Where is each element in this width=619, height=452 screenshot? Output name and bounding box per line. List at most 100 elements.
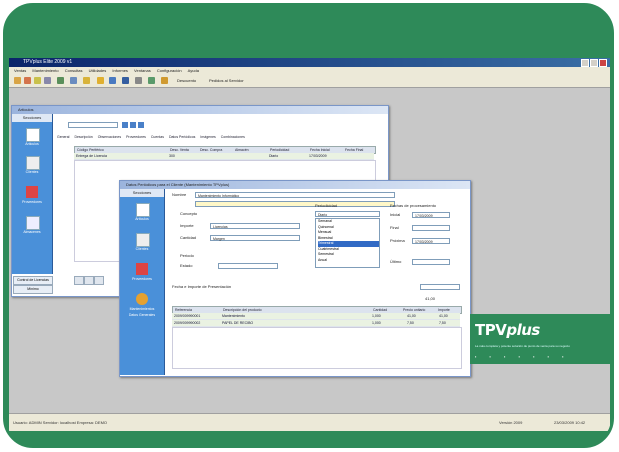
menu-configuracion[interactable]: Configuración <box>157 68 182 73</box>
menu-informes[interactable]: Informes <box>112 68 128 73</box>
date-inicial-field[interactable]: 17/03/2009 <box>412 212 450 218</box>
tab-proveedores[interactable]: Proveedores <box>126 135 146 139</box>
tab-imagenes[interactable]: Imágenes <box>200 135 215 139</box>
table-cell: Diario <box>269 154 279 158</box>
supplier-icon[interactable] <box>26 186 38 198</box>
warehouse-icon[interactable] <box>26 216 40 230</box>
menu-utilidades[interactable]: Utilidades <box>89 68 107 73</box>
supplier-icon[interactable] <box>136 263 148 275</box>
user-icon[interactable] <box>14 77 21 84</box>
table-cell: 1,000 <box>372 321 381 325</box>
app-title: TPVplus Elite 2009 v1 <box>23 59 73 65</box>
dropdown-option[interactable]: Anual <box>318 258 379 264</box>
print-icon[interactable] <box>135 77 142 84</box>
app-screen: TPVplus Elite 2009 v1 Ventas Mantenimien… <box>9 58 610 431</box>
report-icon[interactable] <box>44 77 51 84</box>
sidebar-item-articulos[interactable]: Articulos <box>12 142 52 146</box>
folder-icon[interactable] <box>83 77 90 84</box>
document-icon[interactable] <box>26 128 40 142</box>
importe-field[interactable]: Licencias <box>210 223 300 229</box>
menu-ayuda[interactable]: Ayuda <box>188 68 199 73</box>
toolbar-label-b[interactable]: Pedidos al Servidor <box>209 78 244 83</box>
date-proxima-field[interactable]: 17/03/2009 <box>412 238 450 244</box>
tab-datos-periodicos[interactable]: Datos Periódicos <box>169 135 195 139</box>
nav-button[interactable] <box>84 276 94 285</box>
minimize-button[interactable] <box>581 59 589 67</box>
periodo-label: Periodo <box>180 253 194 258</box>
app-titlebar: TPVplus Elite 2009 v1 <box>9 58 610 67</box>
settings-icon[interactable] <box>148 77 155 84</box>
sidebar-item-almacenes[interactable]: Almacenes <box>12 230 52 234</box>
chart-icon[interactable] <box>70 77 77 84</box>
menu-mantenimiento[interactable]: Mantenimiento <box>32 68 58 73</box>
menu-ventanas[interactable]: Ventanas <box>134 68 151 73</box>
tab-descripcion[interactable]: Descripción <box>74 135 92 139</box>
tab-combinaciones[interactable]: Combinaciones <box>221 135 245 139</box>
periodicos-sidebar: Secciones Artículos Clientes Proveedores… <box>120 189 165 375</box>
menu-ventas[interactable]: Ventas <box>14 68 26 73</box>
refresh-icon[interactable] <box>138 122 144 128</box>
nav-button[interactable] <box>94 276 104 285</box>
warning-icon[interactable] <box>97 77 104 84</box>
nav-button[interactable] <box>74 276 84 285</box>
sidebar-item-articulos[interactable]: Artículos <box>120 217 164 221</box>
status-mid: Versión 2009 <box>499 420 523 425</box>
cantidad-label: Cantidad <box>180 235 197 240</box>
name-label: Nombre <box>172 192 187 197</box>
search-icon[interactable] <box>34 77 41 84</box>
refresh-icon[interactable] <box>109 77 116 84</box>
table-cell: 41,00 <box>439 314 448 318</box>
sidebar-item-proveedores[interactable]: Proveedores <box>120 277 164 281</box>
menu-bar: Ventas Mantenimiento Consultas Utilidade… <box>9 67 610 74</box>
tab-observaciones[interactable]: Observaciones <box>98 135 121 139</box>
sidebar-item-datos-generales[interactable]: Datos Generales <box>120 313 164 317</box>
bottom-button-licencias[interactable]: Control de Licencias <box>13 276 53 285</box>
money-icon[interactable] <box>161 77 168 84</box>
table-row[interactable]: 2009/009990002 PAPEL DE RECIBO 1,000 7,5… <box>172 320 460 327</box>
articulos-window-title: Artículos <box>12 106 388 114</box>
tab-general[interactable]: General <box>57 135 69 139</box>
sidebar-item-mantenimientos[interactable]: Mantenimientos <box>120 307 164 311</box>
date-ultimo-field[interactable] <box>412 259 450 265</box>
estado-label: Estado <box>180 263 193 268</box>
estado-field[interactable] <box>218 263 278 269</box>
status-bar: Usuario: ADMIN Servidor: localhost Empre… <box>9 413 610 431</box>
date-final-field[interactable] <box>412 225 450 231</box>
save-icon[interactable] <box>122 77 129 84</box>
sidebar-header: Secciones <box>120 189 164 197</box>
filter-icon[interactable] <box>130 122 136 128</box>
table-row[interactable]: Entrega de Licencia 300 Diario 17/03/200… <box>74 153 374 160</box>
dates-label: Fechas de procesamiento <box>390 203 437 208</box>
sidebar-item-clientes[interactable]: Clientes <box>12 170 52 174</box>
search-icon[interactable] <box>122 122 128 128</box>
footer-total: 41,00 <box>425 296 436 301</box>
periodicity-label: Periodicidad <box>315 203 338 208</box>
name-field[interactable]: Mantenimiento Informático <box>195 192 395 198</box>
clients-icon[interactable] <box>136 233 150 247</box>
table-row[interactable]: 2009/009990001 Mantenimiento 1,000 41,00… <box>172 313 460 320</box>
periodicity-select[interactable]: Diario <box>315 211 380 217</box>
grid-filter-field[interactable] <box>420 284 460 290</box>
search-input[interactable] <box>68 122 118 128</box>
sidebar-item-clientes[interactable]: Clientes <box>120 247 164 251</box>
globe-icon[interactable] <box>57 77 64 84</box>
importe-label: Importe <box>180 223 194 228</box>
menu-consultas[interactable]: Consultas <box>65 68 83 73</box>
bottom-button-minimo[interactable]: Mínimo <box>13 285 53 294</box>
sidebar-item-proveedores[interactable]: Proveedores <box>12 200 52 204</box>
table-cell: 7,50 <box>407 321 414 325</box>
maximize-button[interactable] <box>590 59 598 67</box>
toolbar-label-a[interactable]: Descuento <box>177 78 196 83</box>
table-cell: 300 <box>169 154 175 158</box>
money-bag-icon[interactable] <box>136 293 148 305</box>
tab-cuentas[interactable]: Cuentas <box>151 135 164 139</box>
clients-icon[interactable] <box>26 156 40 170</box>
document-icon[interactable] <box>136 203 150 217</box>
close-button[interactable] <box>599 59 607 67</box>
cantidad-field[interactable]: Margen <box>210 235 300 241</box>
concept-field[interactable] <box>195 201 395 207</box>
table-cell: Entrega de Licencia <box>76 154 107 158</box>
toolbar: Descuento Pedidos al Servidor <box>9 74 610 88</box>
user-icon[interactable] <box>24 77 31 84</box>
brand-icons: ▪ ▪ ▪ ▪ ▪ ▪ ▪ <box>475 354 570 359</box>
